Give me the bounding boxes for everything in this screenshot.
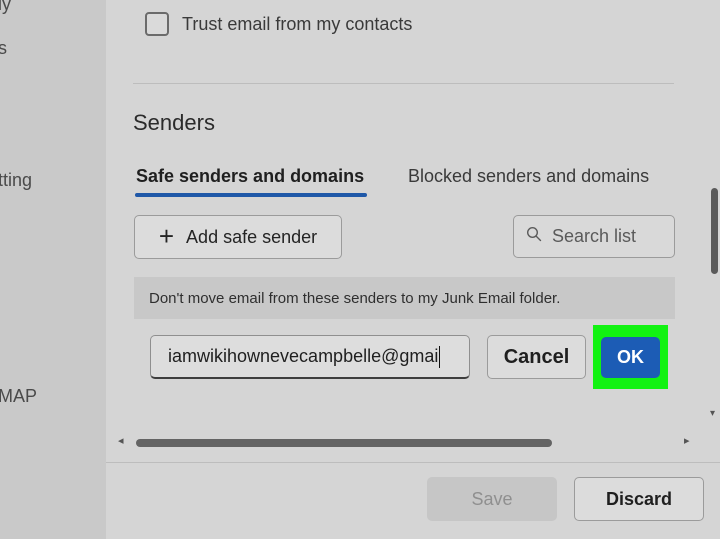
nav-item-fragment-4[interactable]: MAP xyxy=(0,386,37,407)
search-list-input[interactable]: Search list xyxy=(513,215,675,258)
safe-senders-info-text: Don't move email from these senders to m… xyxy=(149,289,561,307)
search-placeholder: Search list xyxy=(552,226,637,246)
safe-sender-email-field[interactable]: iamwikihownevecampbelle@gmai xyxy=(150,335,470,379)
senders-section-title: Senders xyxy=(133,110,215,135)
selected-tab-indicator xyxy=(135,193,367,197)
scroll-down-arrow-icon[interactable]: ▾ xyxy=(710,408,715,419)
trust-contacts-checkbox[interactable] xyxy=(145,12,169,36)
save-button[interactable]: Save xyxy=(427,477,557,521)
vertical-scrollbar-thumb[interactable] xyxy=(711,188,718,274)
section-divider xyxy=(133,83,674,84)
nav-item-fragment-2[interactable]: s xyxy=(0,38,7,59)
add-safe-sender-label: Add safe sender xyxy=(186,226,318,247)
junk-email-settings-panel xyxy=(106,0,720,539)
footer-divider xyxy=(106,462,720,463)
nav-item-fragment-3[interactable]: tting xyxy=(0,170,32,191)
scroll-right-arrow-icon[interactable]: ▸ xyxy=(684,434,690,447)
cancel-button-label: Cancel xyxy=(503,345,570,368)
plus-icon: + xyxy=(158,220,175,251)
left-navigation-pane: ly s tting MAP xyxy=(0,0,106,539)
horizontal-scrollbar-thumb[interactable] xyxy=(136,439,552,447)
nav-item-fragment-1[interactable]: ly xyxy=(0,0,11,15)
add-safe-sender-button[interactable]: + Add safe sender xyxy=(134,215,342,259)
email-field-value: iamwikihownevecampbelle@gmai xyxy=(168,346,439,366)
ok-button-label: OK xyxy=(617,347,644,367)
tab-blocked-senders[interactable]: Blocked senders and domains xyxy=(408,166,649,187)
discard-button-label: Discard xyxy=(605,488,673,509)
trust-contacts-label: Trust email from my contacts xyxy=(182,13,413,34)
discard-button[interactable]: Discard xyxy=(574,477,704,521)
ok-button[interactable]: OK xyxy=(601,337,660,378)
trust-contacts-option[interactable]: Trust email from my contacts xyxy=(145,11,412,37)
save-button-label: Save xyxy=(471,488,513,509)
scroll-left-arrow-icon[interactable]: ◂ xyxy=(118,434,124,447)
text-cursor xyxy=(439,345,441,368)
safe-senders-info-banner: Don't move email from these senders to m… xyxy=(134,277,675,319)
cancel-button[interactable]: Cancel xyxy=(487,335,586,379)
tab-safe-senders[interactable]: Safe senders and domains xyxy=(136,166,364,187)
search-icon xyxy=(526,226,542,247)
